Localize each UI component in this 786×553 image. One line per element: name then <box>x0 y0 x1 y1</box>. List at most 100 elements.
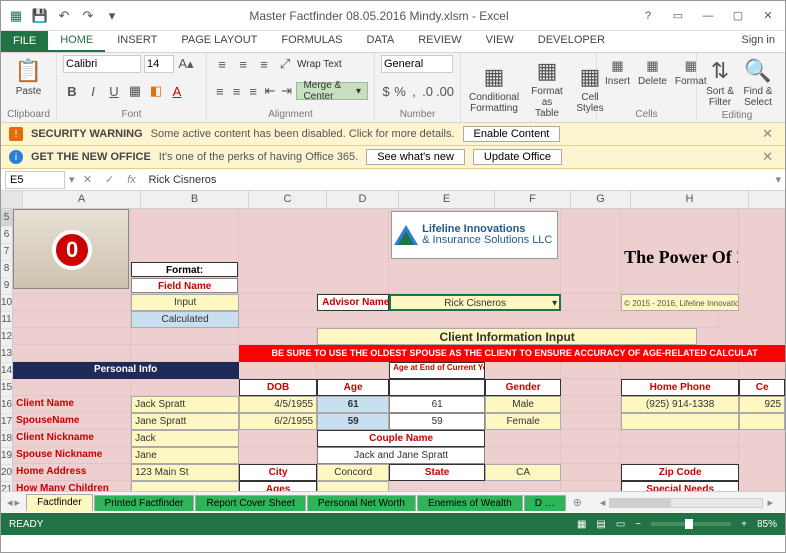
redo-icon[interactable]: ↷ <box>77 5 99 27</box>
border-icon[interactable]: ▦ <box>126 82 144 100</box>
dec-decimal-icon[interactable]: .00 <box>436 82 454 100</box>
inc-decimal-icon[interactable]: .0 <box>422 82 433 100</box>
sheet-nav-last-icon[interactable]: ▸ <box>15 496 21 509</box>
tab-insert[interactable]: INSERT <box>105 31 169 52</box>
tab-page-layout[interactable]: PAGE LAYOUT <box>169 31 269 52</box>
fill-color-icon[interactable]: ◧ <box>147 82 165 100</box>
tab-review[interactable]: REVIEW <box>406 31 473 52</box>
ribbon: 📋Paste Clipboard A▴ B I U ▦ ◧ A Font ≡ ≡… <box>1 53 785 123</box>
tab-formulas[interactable]: FORMULAS <box>269 31 354 52</box>
sheet-tabs: ◂ ▸ Factfinder Printed Factfinder Report… <box>1 491 785 513</box>
group-alignment: Alignment <box>213 109 368 120</box>
ribbon-options-icon[interactable]: ▭ <box>665 6 691 26</box>
close-icon[interactable]: ✕ <box>755 6 781 26</box>
qat-customize-icon[interactable]: ▾ <box>101 5 123 27</box>
enable-content-button[interactable]: Enable Content <box>463 126 561 142</box>
status-bar: READY ▦ ▤ ▭ − + 85% <box>1 513 785 535</box>
worksheet-area: A B C D E F G H 5 6 7 8 9 10 11 12 13 14… <box>1 191 785 491</box>
currency-icon[interactable]: $ <box>381 82 391 100</box>
sheet-tab-enemies[interactable]: Enemies of Wealth <box>417 495 523 511</box>
update-office-button[interactable]: Update Office <box>473 149 562 165</box>
underline-icon[interactable]: U <box>105 82 123 100</box>
group-editing: Editing <box>703 110 771 121</box>
column-headers[interactable]: A B C D E F G H <box>1 191 785 209</box>
zoom-slider[interactable] <box>651 522 731 526</box>
orientation-icon[interactable]: ⤢ <box>276 55 294 73</box>
align-center-icon[interactable]: ≡ <box>230 82 244 100</box>
hero-image: 0 <box>13 209 129 289</box>
fx-icon[interactable]: fx <box>123 174 141 186</box>
save-icon[interactable]: 💾 <box>29 5 51 27</box>
tab-home[interactable]: HOME <box>48 31 105 52</box>
name-box[interactable] <box>5 171 65 189</box>
merge-center-button[interactable]: Merge & Center ▾ <box>296 82 368 100</box>
row-headers[interactable]: 5 6 7 8 9 10 11 12 13 14 15 16 17 18 19 … <box>1 209 13 491</box>
font-name-select[interactable] <box>63 55 141 73</box>
group-clipboard: Clipboard <box>7 109 50 120</box>
zoom-in-icon[interactable]: + <box>741 519 747 530</box>
undo-icon[interactable]: ↶ <box>53 5 75 27</box>
tab-view[interactable]: VIEW <box>474 31 526 52</box>
group-number: Number <box>381 109 454 120</box>
close-security-bar-icon[interactable]: ✕ <box>758 126 777 142</box>
tab-file[interactable]: FILE <box>1 31 48 52</box>
sheet-tab-printed[interactable]: Printed Factfinder <box>94 495 195 511</box>
zoom-level[interactable]: 85% <box>757 519 777 530</box>
get-office-bar: i GET THE NEW OFFICE It's one of the per… <box>1 146 785 169</box>
sort-filter-button[interactable]: ⇅Sort & Filter <box>703 55 737 110</box>
tab-data[interactable]: DATA <box>355 31 407 52</box>
align-top-icon[interactable]: ≡ <box>213 55 231 73</box>
indent-inc-icon[interactable]: ⇥ <box>280 82 294 100</box>
font-size-select[interactable] <box>144 55 174 73</box>
increase-font-icon[interactable]: A▴ <box>177 55 195 73</box>
sheet-nav-first-icon[interactable]: ◂ <box>7 496 13 509</box>
percent-icon[interactable]: % <box>394 82 406 100</box>
view-normal-icon[interactable]: ▦ <box>577 519 586 530</box>
paste-button[interactable]: 📋Paste <box>7 55 50 99</box>
maximize-icon[interactable]: ▢ <box>725 6 751 26</box>
zoom-out-icon[interactable]: − <box>635 519 641 530</box>
align-left-icon[interactable]: ≡ <box>213 82 227 100</box>
insert-cells-button[interactable]: ▦Insert <box>603 55 632 89</box>
enter-formula-icon[interactable]: ✓ <box>101 173 119 186</box>
name-box-dropdown-icon[interactable]: ▾ <box>69 173 75 186</box>
minimize-icon[interactable]: — <box>695 6 721 26</box>
cancel-formula-icon[interactable]: ✕ <box>79 173 97 186</box>
sheet-tab-factfinder[interactable]: Factfinder <box>26 494 92 512</box>
align-mid-icon[interactable]: ≡ <box>234 55 252 73</box>
shield-icon: ! <box>9 127 23 141</box>
indent-dec-icon[interactable]: ⇤ <box>263 82 277 100</box>
align-right-icon[interactable]: ≡ <box>246 82 260 100</box>
find-select-button[interactable]: 🔍Find & Select <box>741 55 775 110</box>
view-page-layout-icon[interactable]: ▤ <box>596 519 605 530</box>
sheet-tab-report[interactable]: Report Cover Sheet <box>195 495 305 511</box>
italic-icon[interactable]: I <box>84 82 102 100</box>
align-bot-icon[interactable]: ≡ <box>255 55 273 73</box>
close-office-bar-icon[interactable]: ✕ <box>758 149 777 165</box>
sign-in-link[interactable]: Sign in <box>731 31 785 52</box>
sheet-tab-more[interactable]: D … <box>524 495 566 511</box>
help-icon[interactable]: ? <box>635 6 661 26</box>
hscroll-right-icon[interactable]: ▸ <box>763 496 777 509</box>
chevron-down-icon: ▾ <box>552 296 557 311</box>
tab-developer[interactable]: DEVELOPER <box>526 31 617 52</box>
see-whats-new-button[interactable]: See what's new <box>366 149 465 165</box>
formula-input[interactable]: Rick Cisneros <box>145 174 772 186</box>
new-sheet-icon[interactable]: ⊕ <box>567 496 588 509</box>
font-color-icon[interactable]: A <box>168 82 186 100</box>
hscroll-left-icon[interactable]: ◂ <box>596 496 610 509</box>
format-as-table-button[interactable]: ▦Format as Table <box>527 55 567 121</box>
horizontal-scrollbar[interactable] <box>609 498 763 508</box>
advisor-select[interactable]: Rick Cisneros▾ <box>389 294 561 311</box>
conditional-formatting-button[interactable]: ▦Conditional Formatting <box>467 61 521 116</box>
comma-icon[interactable]: , <box>409 82 419 100</box>
number-format-select[interactable] <box>381 55 453 73</box>
delete-cells-button[interactable]: ▦Delete <box>636 55 669 89</box>
expand-formula-bar-icon[interactable]: ▾ <box>775 173 781 186</box>
select-all-corner[interactable] <box>1 191 23 208</box>
bold-icon[interactable]: B <box>63 82 81 100</box>
cells-grid[interactable]: 0 Format: Field Name Lifeline Innovation… <box>13 209 785 491</box>
view-page-break-icon[interactable]: ▭ <box>616 519 625 530</box>
sheet-tab-networth[interactable]: Personal Net Worth <box>307 495 416 511</box>
wrap-text-button[interactable]: Wrap Text <box>297 59 342 70</box>
